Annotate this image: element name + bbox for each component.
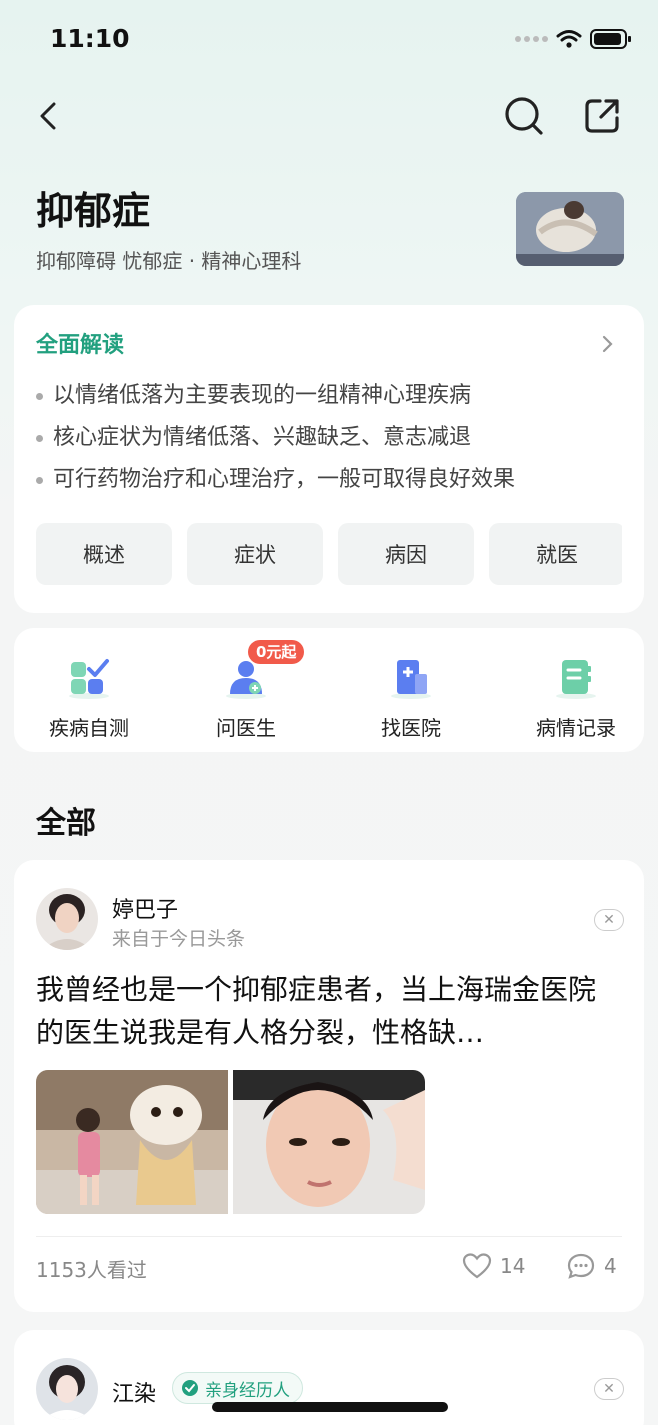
- service-label: 病情记录: [536, 716, 616, 740]
- like-count: 14: [500, 1254, 526, 1278]
- author-name[interactable]: 江染: [112, 1376, 156, 1408]
- services-card: 疾病自测 问医生 找医院 病情记录: [14, 628, 644, 752]
- photo-icon: [36, 1070, 228, 1214]
- comment-button[interactable]: 4: [566, 1252, 617, 1280]
- photo-icon: [233, 1070, 425, 1214]
- post-text[interactable]: 我曾经也是一个抑郁症患者，当上海瑞金医院的医生说我是有人格分裂，性格缺…: [36, 968, 622, 1054]
- author-name[interactable]: 婷巴子: [112, 892, 178, 924]
- post-image[interactable]: [36, 1070, 228, 1214]
- user-avatar-icon: [36, 1358, 98, 1420]
- dismiss-button[interactable]: ✕: [594, 1378, 624, 1400]
- service-self-test[interactable]: 疾病自测: [14, 628, 164, 752]
- avatar[interactable]: [36, 888, 98, 950]
- wifi-icon: [556, 30, 582, 48]
- hospital-icon: [391, 660, 431, 699]
- record-icon: [556, 660, 596, 699]
- service-label: 疾病自测: [49, 716, 129, 740]
- service-records[interactable]: 病情记录: [501, 628, 651, 752]
- list-item: 核心症状为情绪低落、兴趣缺乏、意志减退: [36, 417, 515, 459]
- close-icon: ✕: [603, 1381, 615, 1397]
- user-avatar-icon: [36, 888, 98, 950]
- view-count: 1153人看过: [36, 1258, 147, 1282]
- signal-icon: [515, 36, 548, 42]
- heart-icon: [462, 1253, 492, 1279]
- comment-icon: [567, 1253, 595, 1279]
- check-circle-icon: [182, 1380, 198, 1396]
- like-button[interactable]: 14: [462, 1252, 525, 1280]
- tab-symptoms[interactable]: 症状: [187, 523, 323, 585]
- close-icon: ✕: [603, 912, 615, 928]
- post-card[interactable]: 婷巴子 来自于今日头条 ✕ 我曾经也是一个抑郁症患者，当上海瑞金医院的医生说我是…: [14, 860, 644, 1312]
- page-subtitle: 抑郁障碍 忧郁症 · 精神心理科: [36, 249, 302, 273]
- battery-icon: [590, 29, 631, 49]
- status-time: 11:10: [50, 24, 130, 53]
- home-indicator: [212, 1402, 448, 1412]
- status-bar: 11:10: [0, 0, 658, 80]
- post-source: 来自于今日头条: [112, 928, 246, 950]
- back-icon[interactable]: [30, 96, 70, 136]
- person-image-icon: [516, 192, 624, 266]
- overview-title: 全面解读: [36, 333, 125, 358]
- self-test-icon: [69, 659, 109, 699]
- service-label: 问医生: [216, 716, 276, 740]
- tab-causes[interactable]: 病因: [338, 523, 474, 585]
- service-label: 找医院: [381, 716, 441, 740]
- tab-overview[interactable]: 概述: [36, 523, 172, 585]
- list-item: 可行药物治疗和心理治疗，一般可取得良好效果: [36, 459, 515, 501]
- share-icon[interactable]: [580, 94, 624, 138]
- list-item: 以情绪低落为主要表现的一组精神心理疾病: [36, 375, 515, 417]
- overview-points: 以情绪低落为主要表现的一组精神心理疾病 核心症状为情绪低落、兴趣缺乏、意志减退 …: [36, 375, 515, 501]
- avatar[interactable]: [36, 1358, 98, 1420]
- overview-card[interactable]: 全面解读 以情绪低落为主要表现的一组精神心理疾病 核心症状为情绪低落、兴趣缺乏、…: [14, 305, 644, 613]
- verified-badge: 亲身经历人: [172, 1372, 303, 1404]
- comment-count: 4: [604, 1254, 617, 1278]
- promo-badge: 0元起: [248, 640, 305, 664]
- cover-image[interactable]: [516, 192, 624, 266]
- top-nav: [0, 90, 658, 146]
- section-title: 全部: [36, 806, 96, 841]
- post-image[interactable]: [233, 1070, 425, 1214]
- status-icons: [515, 28, 632, 50]
- tab-treatment[interactable]: 就医: [489, 523, 622, 585]
- dismiss-button[interactable]: ✕: [594, 909, 624, 931]
- divider: [36, 1236, 622, 1237]
- service-find-hospital[interactable]: 找医院: [336, 628, 486, 752]
- search-icon[interactable]: [502, 94, 546, 138]
- overview-tabs: 概述 症状 病因 就医: [36, 523, 622, 587]
- chevron-right-icon[interactable]: [600, 333, 616, 355]
- page-title: 抑郁症: [36, 189, 151, 233]
